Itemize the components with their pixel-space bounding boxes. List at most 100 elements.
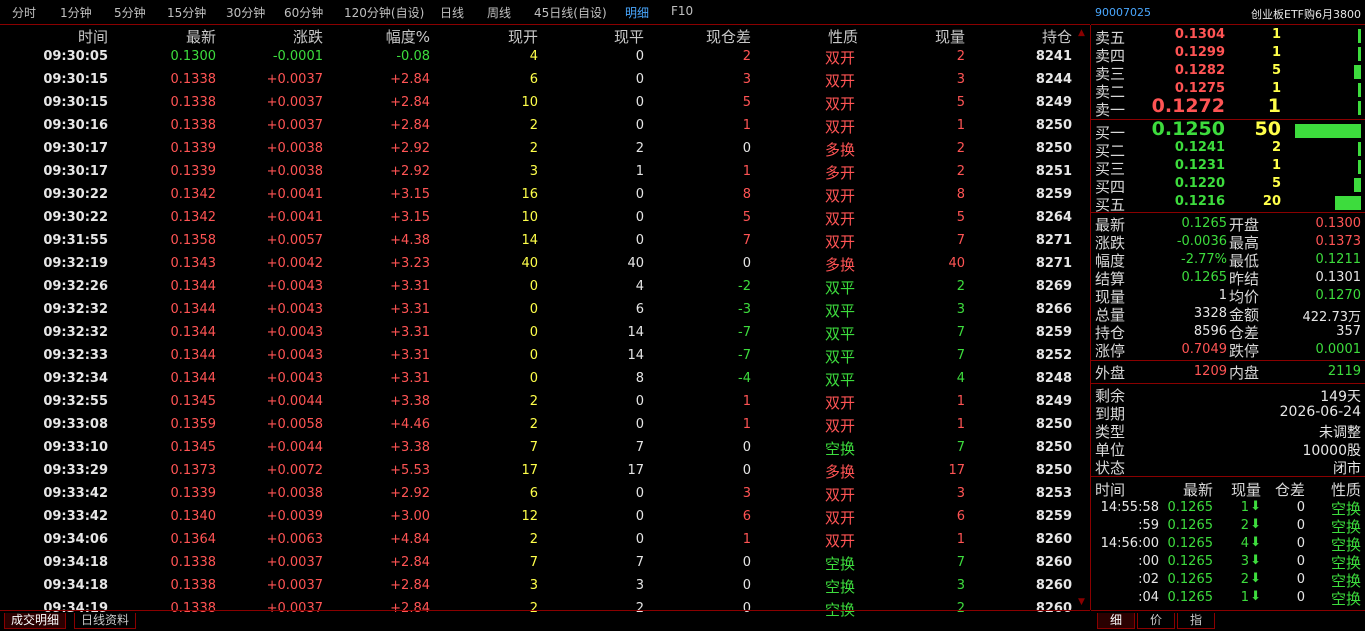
- order-volume: 50: [1254, 118, 1281, 140]
- cell-现平: 4: [635, 279, 644, 294]
- cell-现开: 2: [529, 141, 538, 156]
- tab-6[interactable]: 120分钟(自设): [344, 4, 424, 21]
- instrument-code: 90007025: [1095, 6, 1151, 19]
- tick-row[interactable]: :02 0.1265 2 ⬇ 0 空换: [1091, 571, 1365, 590]
- quote-row: 涨停 0.7049 跌停 0.0001: [1091, 341, 1365, 360]
- tab-5[interactable]: 60分钟: [284, 4, 323, 21]
- cell-现量: 7: [956, 233, 965, 248]
- cell-持仓: 8264: [1035, 210, 1072, 225]
- tab-11[interactable]: F10: [671, 4, 693, 18]
- cell-现开: 7: [529, 555, 538, 570]
- info-value: 闭市: [1333, 461, 1361, 477]
- tab-1[interactable]: 1分钟: [60, 4, 92, 21]
- scroll-down-icon[interactable]: ▼: [1078, 597, 1085, 607]
- order-price: 0.1272: [1151, 95, 1225, 117]
- bottom-tab-0[interactable]: 成交明细: [4, 613, 67, 629]
- cell-现仓差: 1: [742, 118, 751, 133]
- trade-detail-panel: 时间 最新 涨跌 幅度% 现开 现平 现仓差 性质 现量 持仓 09:30:05 0.1300 -0.…: [0, 25, 1091, 619]
- cell-时间: 09:30:17: [43, 141, 108, 156]
- down-arrow-icon: ⬇: [1250, 499, 1261, 514]
- cell-现开: 0: [529, 348, 538, 363]
- table-row[interactable]: 09:30:17 0.1339 +0.0038 +2.92 2 2 0 多换 2 8250: [0, 138, 1075, 161]
- side-tab-2[interactable]: 指: [1177, 613, 1215, 629]
- table-row[interactable]: 09:32:34 0.1344 +0.0043 +3.31 0 8 -4 双平 4 8248: [0, 368, 1075, 391]
- table-row[interactable]: 09:30:22 0.1342 +0.0041 +3.15 10 0 5 双开 5 8264: [0, 207, 1075, 230]
- table-row[interactable]: 09:32:19 0.1343 +0.0042 +3.23 40 40 0 多换 40 8271: [0, 253, 1075, 276]
- table-row[interactable]: 09:32:32 0.1344 +0.0043 +3.31 0 14 -7 双平 7 8259: [0, 322, 1075, 345]
- tab-0[interactable]: 分时: [12, 4, 36, 21]
- cell-幅度%: +2.84: [390, 555, 430, 570]
- tab-3[interactable]: 15分钟: [167, 4, 206, 21]
- quote-value: 0.0001: [1315, 342, 1362, 357]
- cell-时间: 09:30:22: [43, 187, 108, 202]
- table-row[interactable]: 09:33:42 0.1339 +0.0038 +2.92 6 0 3 双开 3 8253: [0, 483, 1075, 506]
- side-tab-0[interactable]: 细: [1097, 613, 1135, 629]
- table-row[interactable]: 09:30:16 0.1338 +0.0037 +2.84 2 0 1 双开 1 8250: [0, 115, 1075, 138]
- tick-volume: 4: [1240, 536, 1249, 551]
- tick-row[interactable]: 14:56:00 0.1265 4 ⬇ 0 空换: [1091, 535, 1365, 554]
- info-row: 类型 未调整: [1091, 422, 1365, 441]
- tab-8[interactable]: 周线: [487, 4, 511, 21]
- tab-7[interactable]: 日线: [440, 4, 464, 21]
- table-row[interactable]: 09:30:22 0.1342 +0.0041 +3.15 16 0 8 双开 8 8259: [0, 184, 1075, 207]
- scroll-up-icon[interactable]: ▲: [1078, 28, 1085, 38]
- tab-4[interactable]: 30分钟: [226, 4, 265, 21]
- cell-现仓差: 5: [742, 210, 751, 225]
- tab-10[interactable]: 明细: [625, 4, 649, 21]
- cell-现仓差: 6: [742, 509, 751, 524]
- order-book-row: 卖二 0.1275 1: [1091, 81, 1365, 101]
- table-row[interactable]: 09:32:26 0.1344 +0.0043 +3.31 0 4 -2 双平 2 8269: [0, 276, 1075, 299]
- order-volume: 5: [1271, 176, 1281, 191]
- outer-inner-row: 外盘 1209 内盘 2119: [1091, 363, 1365, 382]
- quote-row: 现量 1 均价 0.1270: [1091, 287, 1365, 306]
- column-header: 现仓差: [705, 28, 751, 46]
- cell-性质: 双开: [825, 486, 856, 504]
- table-row[interactable]: 09:34:18 0.1338 +0.0037 +2.84 7 7 0 空换 7 8260: [0, 552, 1075, 575]
- cell-时间: 09:30:15: [43, 95, 108, 110]
- table-row[interactable]: 09:33:10 0.1345 +0.0044 +3.38 7 7 0 空换 7 8250: [0, 437, 1075, 460]
- tab-2[interactable]: 5分钟: [114, 4, 146, 21]
- table-row[interactable]: 09:32:33 0.1344 +0.0043 +3.31 0 14 -7 双平 7 8252: [0, 345, 1075, 368]
- cell-性质: 空换: [825, 578, 856, 596]
- table-row[interactable]: 09:30:17 0.1339 +0.0038 +2.92 3 1 1 多开 2 8251: [0, 161, 1075, 184]
- tick-row[interactable]: 14:55:58 0.1265 1 ⬇ 0 空换: [1091, 499, 1365, 518]
- table-row[interactable]: 09:30:15 0.1338 +0.0037 +2.84 6 0 3 双开 3 8244: [0, 69, 1075, 92]
- cell-时间: 09:30:17: [43, 164, 108, 179]
- side-tab-1[interactable]: 价: [1137, 613, 1175, 629]
- cell-幅度%: +2.92: [390, 486, 430, 501]
- quote-value: 1: [1218, 288, 1227, 303]
- cell-性质: 双开: [825, 532, 856, 550]
- table-row[interactable]: 09:33:42 0.1340 +0.0039 +3.00 12 0 6 双开 6 8259: [0, 506, 1075, 529]
- cell-现平: 8: [635, 371, 644, 386]
- cell-现开: 2: [529, 118, 538, 133]
- cell-现量: 4: [956, 371, 965, 386]
- bottom-tab-1[interactable]: 日线资料: [74, 613, 137, 629]
- tick-price: 0.1265: [1167, 536, 1214, 551]
- table-row[interactable]: 09:30:15 0.1338 +0.0037 +2.84 10 0 5 双开 5 8249: [0, 92, 1075, 115]
- tick-row[interactable]: :59 0.1265 2 ⬇ 0 空换: [1091, 517, 1365, 536]
- table-row[interactable]: 09:32:55 0.1345 +0.0044 +3.38 2 0 1 双开 1 8249: [0, 391, 1075, 414]
- ticks-header-cell: 性质: [1330, 481, 1361, 499]
- cell-最新: 0.1358: [170, 233, 217, 248]
- table-row[interactable]: 09:32:32 0.1344 +0.0043 +3.31 0 6 -3 双平 3 8266: [0, 299, 1075, 322]
- down-arrow-icon: ⬇: [1250, 589, 1261, 604]
- order-price: 0.1299: [1174, 45, 1225, 60]
- table-row[interactable]: 09:34:18 0.1338 +0.0037 +2.84 3 3 0 空换 3 8260: [0, 575, 1075, 598]
- table-row[interactable]: 09:33:29 0.1373 +0.0072 +5.53 17 17 0 多换 17 8250: [0, 460, 1075, 483]
- table-row[interactable]: 09:30:05 0.1300 -0.0001 -0.08 4 0 2 双开 2 8241: [0, 46, 1075, 69]
- tick-row[interactable]: :04 0.1265 1 ⬇ 0 空换: [1091, 589, 1365, 608]
- cell-现量: 5: [956, 95, 965, 110]
- tick-price: 0.1265: [1167, 518, 1214, 533]
- cell-最新: 0.1364: [170, 532, 217, 547]
- cell-持仓: 8259: [1035, 509, 1072, 524]
- table-row[interactable]: 09:34:06 0.1364 +0.0063 +4.84 2 0 1 双开 1 8260: [0, 529, 1075, 552]
- vertical-scrollbar[interactable]: ▲ ▼: [1075, 25, 1090, 610]
- cell-持仓: 8248: [1035, 371, 1072, 386]
- tick-row[interactable]: :00 0.1265 3 ⬇ 0 空换: [1091, 553, 1365, 572]
- cell-现量: 2: [956, 279, 965, 294]
- tab-9[interactable]: 45日线(自设): [534, 4, 607, 21]
- bottom-tab-bar: 成交明细 日线资料: [0, 610, 1090, 631]
- cell-现仓差: 5: [742, 95, 751, 110]
- table-row[interactable]: 09:31:55 0.1358 +0.0057 +4.38 14 0 7 双开 7 8271: [0, 230, 1075, 253]
- table-row[interactable]: 09:33:08 0.1359 +0.0058 +4.46 2 0 1 双开 1 8250: [0, 414, 1075, 437]
